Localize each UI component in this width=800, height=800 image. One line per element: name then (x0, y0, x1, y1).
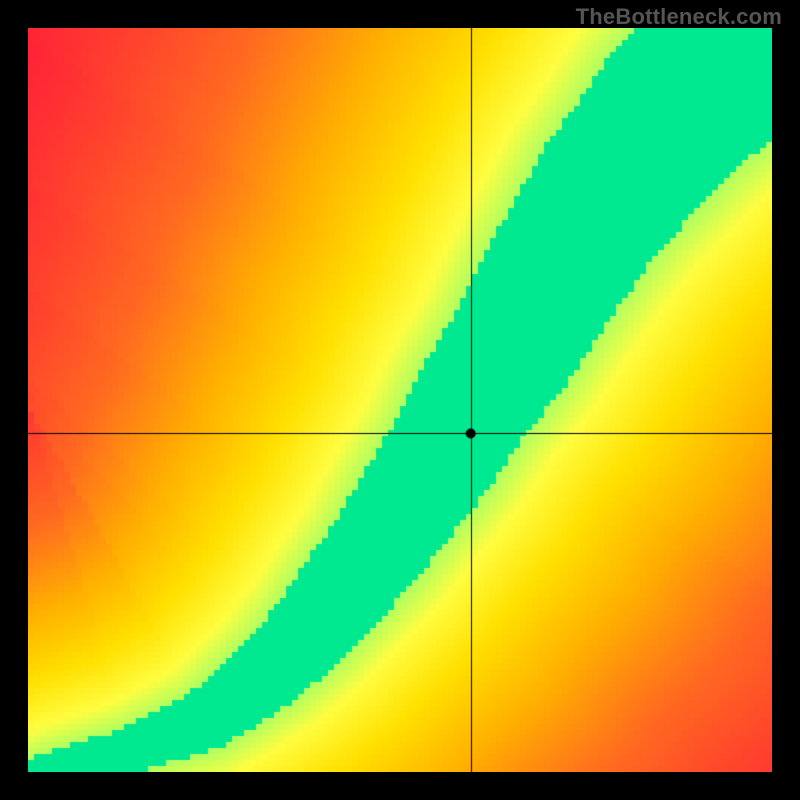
heatmap-plot (28, 28, 772, 772)
heatmap-canvas (28, 28, 772, 772)
watermark-text: TheBottleneck.com (576, 4, 782, 30)
chart-frame: TheBottleneck.com (0, 0, 800, 800)
